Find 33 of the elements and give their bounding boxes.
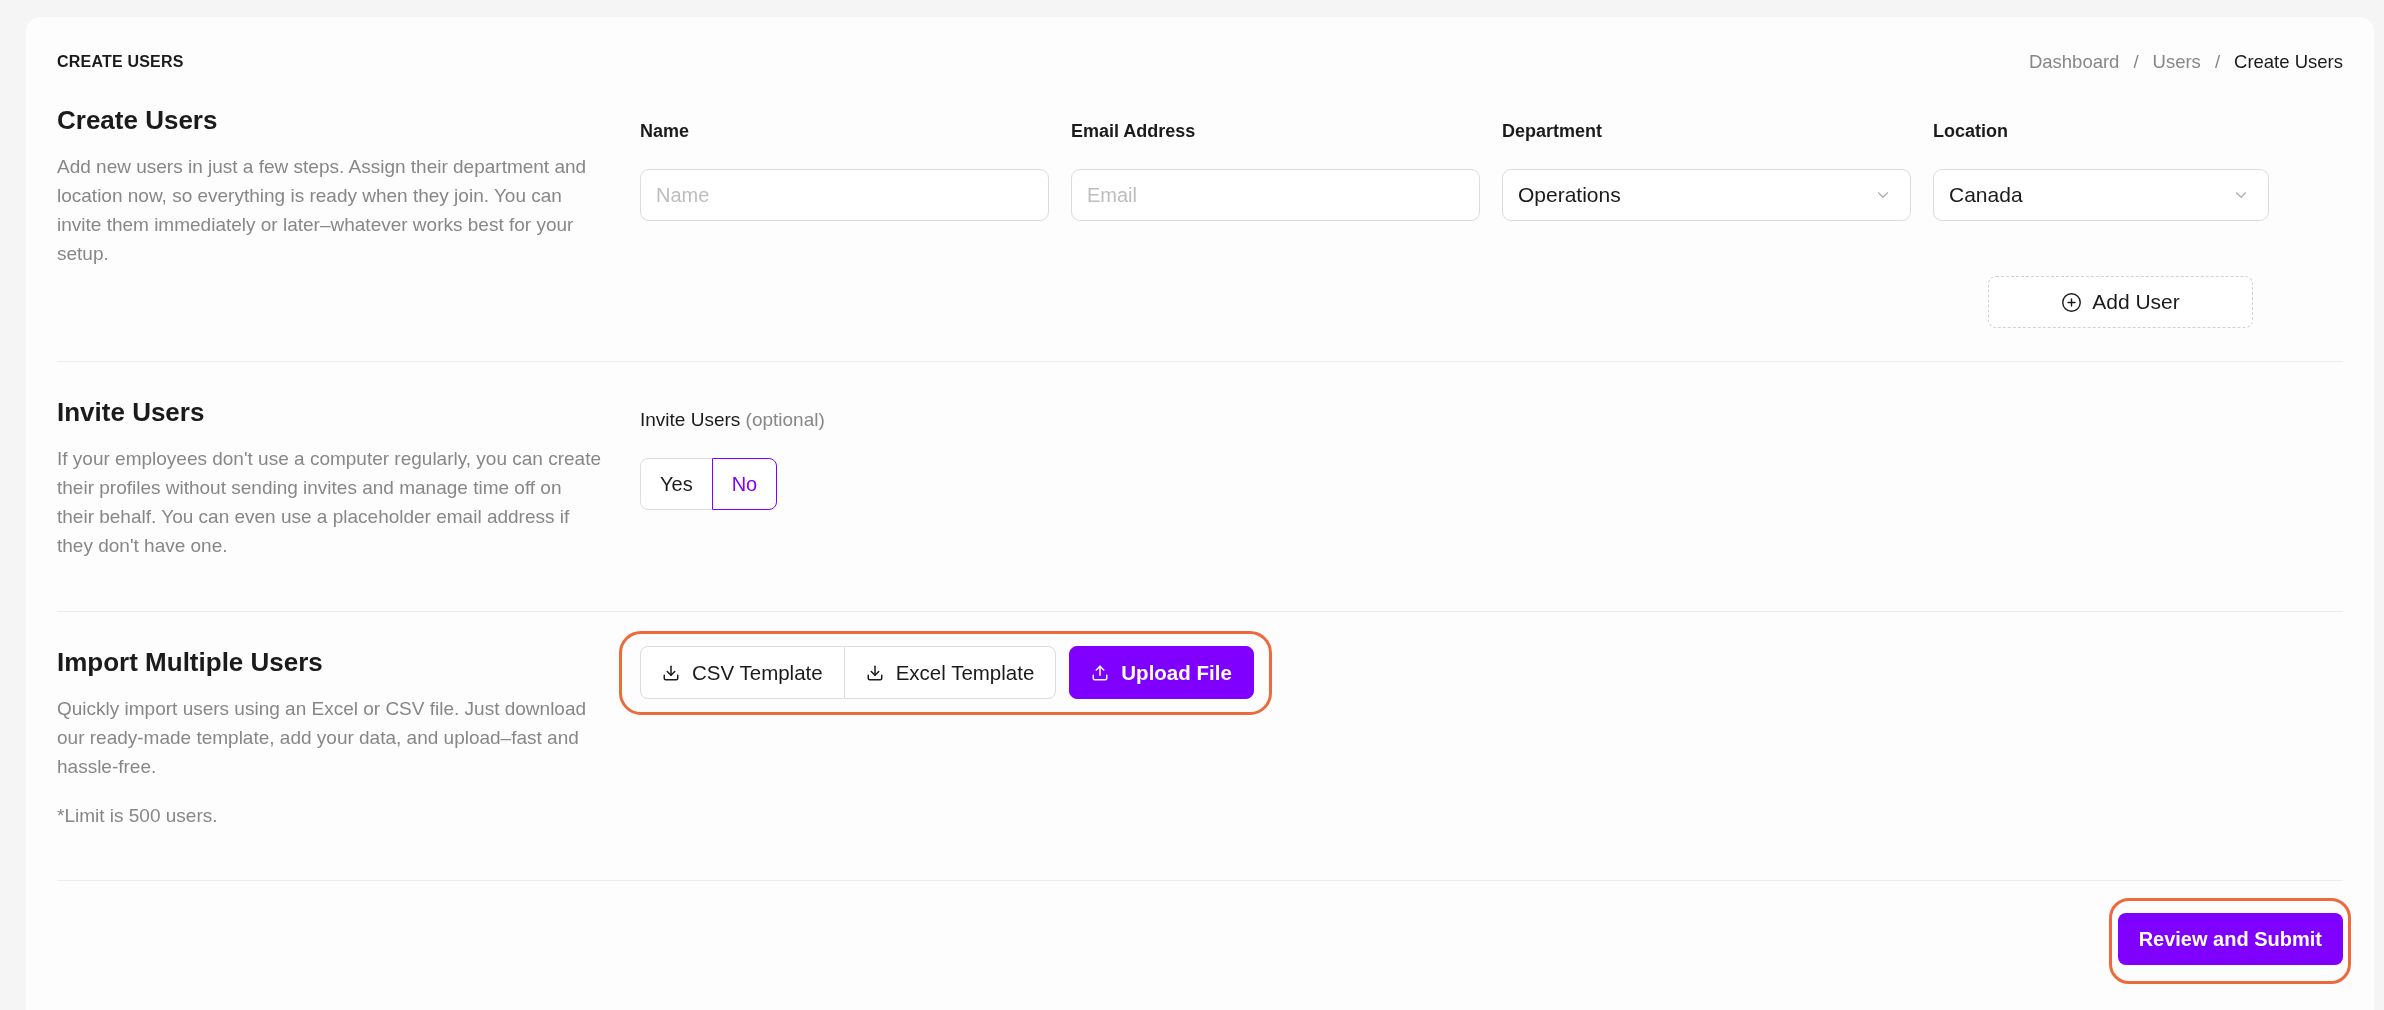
section-description: Add new users in just a few steps. Assign their department and location now, so everything is ready when they join. You can invite them immediately or later–whatever works best for your setup. (57, 155, 588, 266)
download-icon (865, 663, 884, 682)
breadcrumb-current: Create Users (2234, 50, 2343, 74)
toggle-option[interactable]: Yes (640, 458, 713, 510)
text-field[interactable]: Name (640, 169, 1049, 221)
plus-circle-icon (2061, 291, 2083, 313)
download-button[interactable]: CSV Template (640, 646, 845, 699)
text-field[interactable]: Email (1071, 169, 1480, 221)
field-label: Location (1933, 120, 2009, 142)
breadcrumb-link[interactable]: Dashboard (2028, 48, 2120, 76)
page-title: CREATE USERS (57, 52, 184, 72)
upload-button[interactable]: Upload File (1069, 646, 1254, 699)
toggle-option[interactable]: No (711, 458, 778, 510)
download-button[interactable]: Excel Template (843, 646, 1057, 699)
dropdown-field[interactable]: Operations (1502, 169, 1911, 221)
dropdown-field[interactable]: Canada (1933, 169, 2269, 221)
add-user-button[interactable]: Add User (1988, 276, 2253, 328)
section-description: If your employees don't use a computer regularly, you can create their profiles without sending invites and manage time off on their behalf. You can even use a placeholder email address if they don't have one. (57, 447, 602, 558)
submit-button[interactable]: Review and Submit (2117, 913, 2343, 965)
section-title: Invite Users (57, 396, 206, 428)
limit-note: *Limit is 500 users. (57, 804, 219, 828)
section-title: Create Users (57, 104, 219, 136)
upload-icon (1091, 663, 1110, 682)
breadcrumb-separator: / (2214, 50, 2220, 74)
field-label: Email Address (1071, 120, 1197, 142)
breadcrumb-separator: / (2133, 50, 2139, 74)
section-title: Import Multiple Users (57, 646, 324, 678)
breadcrumb-link[interactable]: Users (2152, 48, 2201, 76)
field-label: Department (1502, 120, 1604, 142)
field-label: Name (640, 120, 691, 142)
section-description: Quickly import users using an Excel or CSV file. Just download our ready-made template, add your data, and upload–fast and hassle-free. (57, 697, 588, 779)
download-icon (662, 663, 680, 682)
field-label: Invite Users (optional) (640, 409, 825, 431)
